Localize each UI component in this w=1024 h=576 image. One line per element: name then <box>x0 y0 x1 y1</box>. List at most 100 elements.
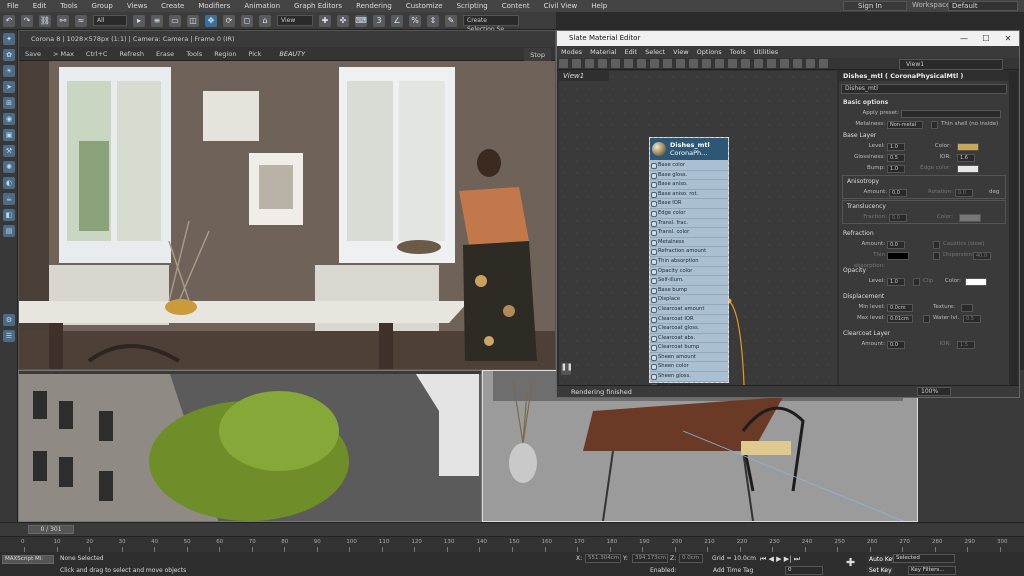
material-node-options-icon[interactable] <box>702 59 711 68</box>
delete-icon[interactable] <box>624 59 633 68</box>
sign-in-button[interactable]: Sign In <box>843 1 907 11</box>
menu-modifiers[interactable]: Modifiers <box>191 0 237 12</box>
select-object-icon[interactable]: ▸ <box>133 14 145 27</box>
slate-menu-utilities[interactable]: Utilities <box>750 46 782 58</box>
thin-shell-checkbox[interactable] <box>931 120 938 129</box>
slate-menu-select[interactable]: Select <box>641 46 669 58</box>
reference-coord-dropdown[interactable]: View <box>277 15 313 26</box>
percent-snap-icon[interactable]: % <box>409 14 421 27</box>
menu-edit[interactable]: Edit <box>26 0 54 12</box>
node-slot[interactable]: Base aniso. <box>650 180 728 190</box>
texture-map-button[interactable] <box>961 303 973 312</box>
pick-material-icon[interactable] <box>572 59 581 68</box>
menu-content[interactable]: Content <box>495 0 537 12</box>
node-slot[interactable]: Sheen color <box>650 362 728 373</box>
menu-views[interactable]: Views <box>120 0 154 12</box>
vfb-channel-dropdown[interactable]: BEAUTY <box>273 47 311 61</box>
show-background-icon[interactable] <box>663 59 672 68</box>
angle-snap-icon[interactable]: ∠ <box>391 14 403 27</box>
bind-space-warp-icon[interactable]: ≈ <box>75 14 87 27</box>
node-slot[interactable]: Displace <box>650 295 728 305</box>
max-level-spinner[interactable]: 0.01cm <box>887 314 913 323</box>
paint-icon[interactable]: ✿ <box>3 49 15 61</box>
slate-menu-view[interactable]: View <box>669 46 692 58</box>
glossiness-spinner[interactable]: 0.5 <box>887 153 905 162</box>
minimize-icon[interactable]: — <box>953 31 975 46</box>
menu-tools[interactable]: Tools <box>53 0 84 12</box>
menu-graph-editors[interactable]: Graph Editors <box>287 0 349 12</box>
vfb-save-button[interactable]: Save <box>19 47 47 61</box>
camera-icon[interactable]: ◐ <box>3 177 15 189</box>
node-slot[interactable]: Metalness <box>650 238 728 248</box>
edge-color-swatch[interactable] <box>957 164 979 173</box>
menu-animation[interactable]: Animation <box>237 0 287 12</box>
layout-all-icon[interactable] <box>676 59 685 68</box>
scene-explorer-icon[interactable]: ▤ <box>3 225 15 237</box>
thin-absorption-swatch[interactable] <box>887 251 909 260</box>
render-setup-icon[interactable]: ⚙ <box>3 314 15 326</box>
assign-material-icon[interactable] <box>611 59 620 68</box>
snaps-toggle-icon[interactable]: 3 <box>373 14 385 27</box>
node-slot[interactable]: Base bump <box>650 286 728 296</box>
pivot-center-icon[interactable]: ✚ <box>319 14 331 27</box>
base-color-swatch[interactable] <box>957 142 979 151</box>
zoom-dropdown[interactable]: 100% <box>917 387 951 396</box>
node-slot[interactable]: Self-illum. <box>650 276 728 286</box>
sun-icon[interactable]: ☀ <box>3 65 15 77</box>
pointer-icon[interactable]: ➤ <box>3 81 15 93</box>
slate-menu-material[interactable]: Material <box>586 46 620 58</box>
x-coord-field[interactable]: 551.304cm <box>585 554 621 563</box>
key-filters-button[interactable]: Key Filters... <box>908 566 956 575</box>
menu-help[interactable]: Help <box>584 0 614 12</box>
motion-icon[interactable]: ◉ <box>3 113 15 125</box>
slate-menu-options[interactable]: Options <box>693 46 726 58</box>
opacity-color-swatch[interactable] <box>965 277 987 286</box>
redo-icon[interactable]: ↷ <box>21 14 33 27</box>
caustics-checkbox[interactable] <box>933 240 940 249</box>
vfb-erase-button[interactable]: Erase <box>150 47 180 61</box>
render-map-icon[interactable] <box>780 59 789 68</box>
menu-civil-view[interactable]: Civil View <box>537 0 585 12</box>
vfb-region-button[interactable]: Region <box>208 47 242 61</box>
parameter-editor-icon[interactable] <box>793 59 802 68</box>
node-slot[interactable]: Clearcoat IOR <box>650 315 728 325</box>
node-slot[interactable]: Base IOR <box>650 199 728 209</box>
show-end-result-icon[interactable] <box>728 59 737 68</box>
window-crossing-icon[interactable]: ◫ <box>187 14 199 27</box>
menu-rendering[interactable]: Rendering <box>349 0 399 12</box>
go-to-start-icon[interactable]: ⏮ <box>760 555 766 563</box>
workspace-dropdown[interactable]: Default <box>948 1 1018 11</box>
cc-ior-spinner[interactable]: 1.5 <box>957 340 975 349</box>
menu-scripting[interactable]: Scripting <box>450 0 495 12</box>
node-slot[interactable]: Edge color <box>650 209 728 219</box>
y-coord-field[interactable]: 394.173cm <box>632 554 668 563</box>
node-slot[interactable]: Base aniso. rot. <box>650 190 728 200</box>
unlink-icon[interactable]: ⚯ <box>57 14 69 27</box>
add-time-tag-button[interactable]: Add Time Tag <box>713 567 753 574</box>
node-header[interactable]: Dishes_mtl CoronaPh... <box>650 138 728 160</box>
water-level-checkbox[interactable] <box>923 314 930 323</box>
rotation-spinner[interactable]: 0.0 <box>955 188 973 197</box>
spinner-snap-icon[interactable]: ⇕ <box>427 14 439 27</box>
go-to-parent-icon[interactable] <box>741 59 750 68</box>
key-selection-dropdown[interactable]: Selected <box>893 554 955 563</box>
select-by-name-icon[interactable]: ≡ <box>151 14 163 27</box>
node-slot[interactable]: Transl. color <box>650 228 728 238</box>
slate-menu-tools[interactable]: Tools <box>726 46 750 58</box>
select-move-icon[interactable]: ✥ <box>205 14 217 27</box>
time-slider[interactable]: 0 / 301 <box>28 525 74 534</box>
parameter-scrollbar[interactable] <box>1009 71 1017 385</box>
min-level-spinner[interactable]: 0.0cm <box>887 303 913 312</box>
set-key-button[interactable]: Set Key <box>866 566 895 575</box>
transl-color-swatch[interactable] <box>959 213 981 222</box>
material-name-field[interactable]: Dishes_mtl <box>841 84 1007 94</box>
list-icon[interactable]: ☰ <box>3 330 15 342</box>
select-manipulate-icon[interactable]: ✜ <box>337 14 349 27</box>
track-bar[interactable]: 0 10 20 30 40 50 60 70 80 90 100 110 120 130 140 150 160… <box>0 536 1024 552</box>
named-selection-dropdown[interactable]: Create Selection Se <box>463 15 519 33</box>
go-to-end-icon[interactable]: ⏭ <box>794 555 800 563</box>
apply-preset-dropdown[interactable] <box>901 109 1001 118</box>
placement-icon[interactable]: ⌂ <box>259 14 271 27</box>
maxscript-listener[interactable]: MAXScript Mi: <box>2 555 54 564</box>
viewport-bottom-left[interactable] <box>18 370 482 522</box>
